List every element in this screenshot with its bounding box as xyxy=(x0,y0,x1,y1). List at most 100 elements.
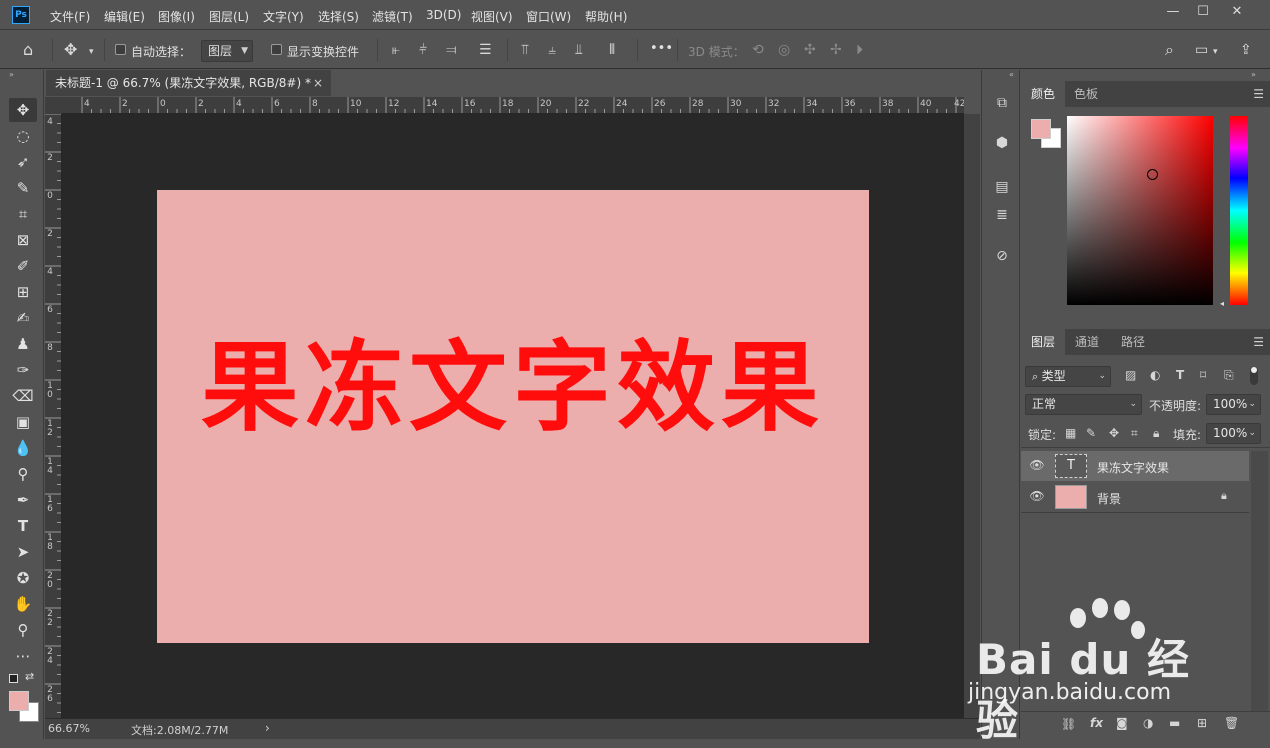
tab-channels[interactable]: 通道 xyxy=(1065,329,1109,355)
quick-select-tool-icon[interactable]: ✎ xyxy=(9,176,37,200)
tab-swatches[interactable]: 色板 xyxy=(1064,81,1108,107)
history-panel-icon[interactable]: ⧉ xyxy=(991,92,1013,114)
canvas-text-layer[interactable]: 果冻文字效果 xyxy=(157,328,869,448)
healing-tool-icon[interactable]: ⊞ xyxy=(9,280,37,304)
tab-layers[interactable]: 图层 xyxy=(1021,329,1066,355)
chevron-down-icon[interactable]: ▾ xyxy=(89,43,94,61)
type-tool-icon[interactable]: T xyxy=(9,514,37,538)
minimize-button[interactable]: — xyxy=(1158,2,1188,22)
filter-adjustment-icon[interactable]: ◐ xyxy=(1150,368,1160,382)
foreground-color-swatch[interactable] xyxy=(9,691,29,711)
close-button[interactable]: ✕ xyxy=(1222,2,1252,22)
align-right-icon[interactable]: ⫤ xyxy=(446,41,457,59)
more-options-button[interactable]: ••• xyxy=(650,41,673,56)
filter-shape-icon[interactable]: ⌑ xyxy=(1200,368,1206,382)
document-canvas[interactable]: 果冻文字效果 xyxy=(157,190,869,643)
collapse-icon[interactable]: » xyxy=(1251,70,1256,79)
lock-transparent-icon[interactable]: ▦ xyxy=(1065,426,1076,440)
dodge-tool-icon[interactable]: ⚲ xyxy=(9,462,37,486)
menu-file[interactable]: 文件(F) xyxy=(50,8,90,25)
show-transform-checkbox[interactable] xyxy=(271,44,282,55)
panel-menu-icon[interactable]: ☰ xyxy=(1253,87,1264,101)
adjustments-panel-icon[interactable]: ⊘ xyxy=(991,245,1013,267)
3d-orbit-icon[interactable]: ⟲ xyxy=(752,41,764,59)
menu-type[interactable]: 文字(Y) xyxy=(263,8,304,25)
slider-marker-icon[interactable]: ◂ xyxy=(1220,299,1224,308)
path-select-tool-icon[interactable]: ➤ xyxy=(9,540,37,564)
shape-tool-icon[interactable]: ✪ xyxy=(9,566,37,590)
document-tab[interactable]: 未标题-1 @ 66.7% (果冻文字效果, RGB/8#) * × xyxy=(46,70,331,96)
menu-window[interactable]: 窗口(W) xyxy=(526,8,571,25)
properties-panel-icon[interactable]: ≣ xyxy=(991,204,1013,226)
auto-select-target-dropdown[interactable]: 图层 ▼ xyxy=(201,40,253,62)
menu-view[interactable]: 视图(V) xyxy=(471,8,513,25)
brush-tool-icon[interactable]: ✍ xyxy=(9,306,37,330)
layer-name[interactable]: 背景 xyxy=(1097,490,1121,507)
zoom-tool-icon[interactable]: ⚲ xyxy=(9,618,37,642)
lock-artboard-icon[interactable]: ⌗ xyxy=(1131,426,1138,441)
distribute-icon[interactable]: ☰ xyxy=(479,41,492,59)
fill-field[interactable]: 100% ⌄ xyxy=(1206,423,1261,444)
layer-row-text[interactable]: 👁︎ T 果冻文字效果 xyxy=(1021,451,1249,481)
color-picker-field[interactable] xyxy=(1067,116,1213,305)
more-tools-icon[interactable]: ⋯ xyxy=(9,644,37,668)
search-icon[interactable]: ⌕ xyxy=(1165,41,1174,59)
layer-row-background[interactable]: 👁︎ 背景 🔒︎ xyxy=(1021,482,1249,512)
3d-camera-icon[interactable]: ⏵ xyxy=(856,41,863,59)
menu-layer[interactable]: 图层(L) xyxy=(209,8,249,25)
hue-slider[interactable] xyxy=(1230,116,1248,305)
align-top-icon[interactable]: ⫪ xyxy=(521,41,529,59)
align-hcenter-icon[interactable]: ⫩ xyxy=(419,41,427,59)
swap-colors-icon[interactable]: ⇄ xyxy=(25,670,34,683)
lock-pixels-icon[interactable]: ✎ xyxy=(1086,426,1096,440)
auto-select-checkbox[interactable] xyxy=(115,44,126,55)
move-tool-icon[interactable]: ✥ xyxy=(64,41,77,59)
default-colors-icon[interactable] xyxy=(9,674,18,683)
tab-paths[interactable]: 路径 xyxy=(1111,329,1155,355)
chevron-down-icon[interactable]: ▾ xyxy=(1213,43,1218,61)
3d-roll-icon[interactable]: ◎ xyxy=(778,41,790,59)
align-vcenter-icon[interactable]: ⫨ xyxy=(548,41,556,59)
libraries-panel-icon[interactable]: ▤ xyxy=(991,176,1013,198)
align-bottom-icon[interactable]: ⫫ xyxy=(575,41,583,59)
filter-smart-object-icon[interactable]: ⎘ xyxy=(1224,368,1234,383)
blend-mode-dropdown[interactable]: 正常 ⌄ xyxy=(1025,394,1142,415)
menu-3d[interactable]: 3D(D) xyxy=(426,8,461,22)
gradient-tool-icon[interactable]: ▣ xyxy=(9,410,37,434)
home-icon[interactable]: ⌂ xyxy=(23,41,33,59)
filter-pixel-icon[interactable]: ▨ xyxy=(1125,368,1136,382)
status-menu-arrow[interactable]: › xyxy=(265,721,270,735)
stamp-tool-icon[interactable]: ♟ xyxy=(9,332,37,356)
maximize-button[interactable]: ☐ xyxy=(1188,2,1218,22)
menu-edit[interactable]: 编辑(E) xyxy=(104,8,145,25)
zoom-level[interactable]: 66.67% xyxy=(48,722,90,735)
lock-icon[interactable]: 🔒︎ xyxy=(1221,489,1227,503)
3d-panel-icon[interactable]: ⬢ xyxy=(991,132,1013,154)
layers-scrollbar[interactable] xyxy=(1251,451,1268,711)
menu-filter[interactable]: 滤镜(T) xyxy=(372,8,413,25)
move-tool-icon[interactable]: ✥ xyxy=(9,98,37,122)
layer-filter-dropdown[interactable]: ⌕ 类型 ⌄ xyxy=(1025,366,1111,387)
eraser-tool-icon[interactable]: ⌫ xyxy=(9,384,37,408)
panel-menu-icon[interactable]: ☰ xyxy=(1253,335,1264,349)
history-brush-tool-icon[interactable]: ✑ xyxy=(9,358,37,382)
horizontal-ruler[interactable]: 4 2 0 2 4 6 8 10 12 14 16 18 20 22 24 26… xyxy=(62,97,964,114)
3d-pan-icon[interactable]: ✣ xyxy=(804,41,816,59)
tab-color[interactable]: 颜色 xyxy=(1021,81,1066,107)
lasso-tool-icon[interactable]: ➶ xyxy=(9,150,37,174)
hand-tool-icon[interactable]: ✋ xyxy=(9,592,37,616)
3d-slide-icon[interactable]: ✢ xyxy=(830,41,842,59)
visibility-eye-icon[interactable]: 👁︎ xyxy=(1029,489,1045,503)
visibility-eye-icon[interactable]: 👁︎ xyxy=(1029,458,1045,472)
align-left-icon[interactable]: ⫦ xyxy=(392,41,400,59)
workspace-icon[interactable]: ▭ xyxy=(1195,41,1208,59)
eyedropper-tool-icon[interactable]: ✐ xyxy=(9,254,37,278)
frame-tool-icon[interactable]: ⊠ xyxy=(9,228,37,252)
vertical-ruler[interactable]: 4 2 0 2 4 6 8 10 12 14 16 18 20 22 24 26 xyxy=(45,114,62,718)
foreground-color-swatch[interactable] xyxy=(1031,119,1051,139)
menu-image[interactable]: 图像(I) xyxy=(158,8,195,25)
menu-select[interactable]: 选择(S) xyxy=(318,8,359,25)
collapse-icon[interactable]: « xyxy=(1009,70,1014,79)
close-tab-button[interactable]: × xyxy=(313,70,323,96)
color-picker-cursor[interactable] xyxy=(1147,169,1158,180)
